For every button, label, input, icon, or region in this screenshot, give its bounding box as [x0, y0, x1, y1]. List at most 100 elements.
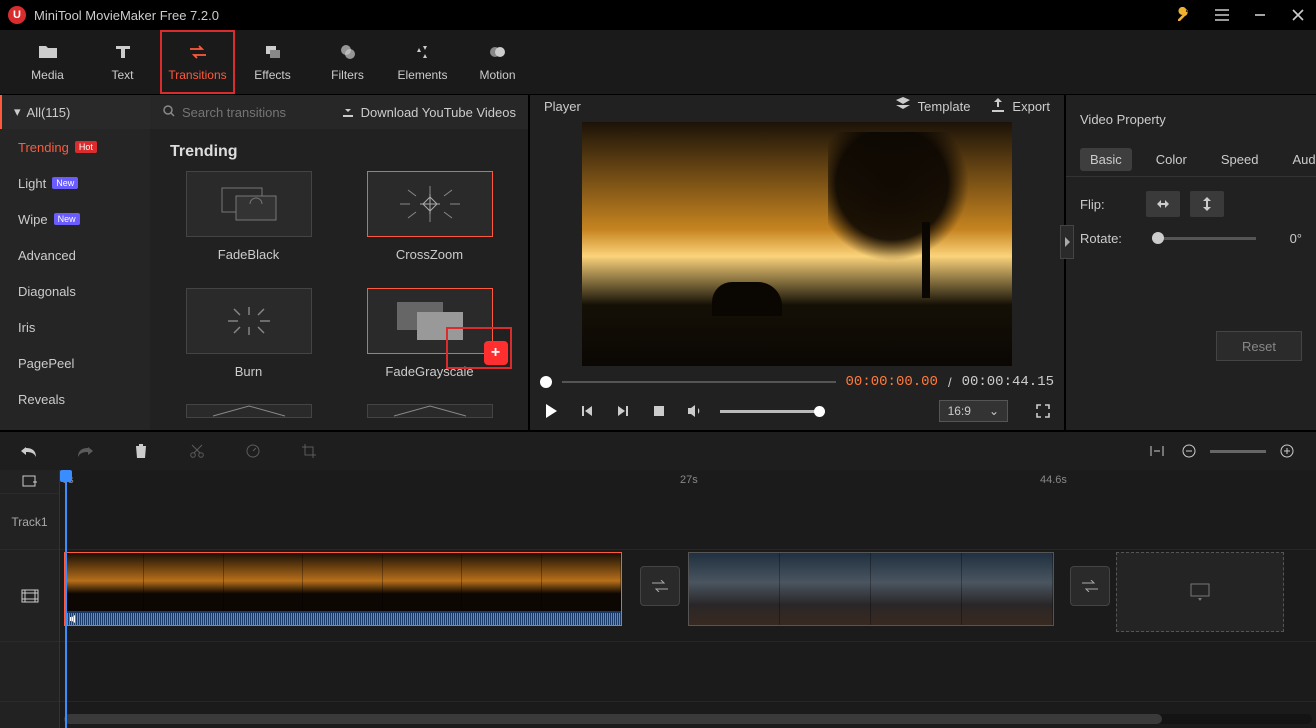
transition-card-extra1[interactable] [172, 404, 325, 430]
player-title: Player [544, 99, 581, 114]
timeline-scrollbar[interactable] [64, 714, 1312, 724]
transition-slot-1[interactable] [640, 566, 680, 606]
template-button[interactable]: Template [894, 97, 971, 116]
fit-button[interactable] [1146, 440, 1168, 462]
seek-track[interactable] [562, 381, 836, 383]
prev-button[interactable] [576, 400, 598, 422]
track-lane-video[interactable] [60, 550, 1316, 642]
transition-card-extra2[interactable] [353, 404, 506, 430]
zoom-in-button[interactable] [1276, 440, 1298, 462]
motion-icon [488, 42, 508, 62]
video-clip-1[interactable] [64, 552, 622, 626]
seek-thumb[interactable] [540, 376, 552, 388]
flip-horizontal-button[interactable] [1146, 191, 1180, 217]
drop-clip-slot[interactable] [1116, 552, 1284, 632]
key-icon[interactable] [1174, 5, 1194, 25]
playhead[interactable] [65, 470, 67, 728]
redo-button[interactable] [74, 440, 96, 462]
aspect-select[interactable]: 16:9 ⌄ [939, 400, 1008, 422]
search-input[interactable] [182, 105, 322, 120]
play-button[interactable] [540, 400, 562, 422]
zoom-slider[interactable] [1210, 450, 1266, 453]
tab-label: Media [31, 68, 64, 82]
transitions-icon [188, 42, 208, 62]
time-current: 00:00:00.00 [846, 374, 938, 390]
prop-tab-color[interactable]: Color [1146, 148, 1197, 171]
sidebar-header-label: All(115) [27, 105, 71, 120]
minimize-icon[interactable] [1250, 5, 1270, 25]
volume-slider[interactable] [720, 410, 820, 413]
rotate-slider[interactable] [1152, 237, 1256, 240]
volume-button[interactable] [684, 400, 706, 422]
undo-button[interactable] [18, 440, 40, 462]
download-label: Download YouTube Videos [361, 105, 516, 120]
track-lane-3[interactable] [60, 642, 1316, 702]
ruler[interactable]: 0s 27s 44.6s [60, 470, 1316, 494]
sidebar-item-diagonals[interactable]: Diagonals [0, 273, 150, 309]
next-button[interactable] [612, 400, 634, 422]
menu-icon[interactable] [1212, 5, 1232, 25]
transition-label: Burn [235, 364, 262, 379]
transition-card-crosszoom[interactable]: CrossZoom [353, 171, 506, 274]
video-preview [582, 122, 1012, 366]
tab-media[interactable]: Media [10, 30, 85, 94]
ruler-tick: 44.6s [1040, 474, 1067, 486]
cut-button[interactable] [186, 440, 208, 462]
delete-button[interactable] [130, 440, 152, 462]
sidebar-item-label: Diagonals [18, 284, 76, 299]
track-label: Track1 [0, 494, 59, 550]
fullscreen-button[interactable] [1032, 400, 1054, 422]
prop-tab-audio[interactable]: Audio [1282, 148, 1316, 171]
prop-tab-basic[interactable]: Basic [1080, 148, 1132, 171]
tab-effects[interactable]: Effects [235, 30, 310, 94]
transition-card-fadegrayscale[interactable]: + FadeGrayscale [353, 288, 506, 391]
transition-card-fadeblack[interactable]: FadeBlack [172, 171, 325, 274]
panel-collapse-button[interactable] [1060, 225, 1074, 259]
rotate-label: Rotate: [1080, 231, 1136, 246]
transition-thumb [186, 288, 312, 354]
add-transition-button[interactable]: + [484, 341, 508, 365]
reset-button[interactable]: Reset [1216, 331, 1302, 361]
effects-icon [263, 42, 283, 62]
tab-label: Filters [331, 68, 364, 82]
time-total: 00:00:44.15 [962, 374, 1054, 390]
transition-thumb [186, 404, 312, 418]
download-icon [341, 104, 355, 121]
folder-icon [38, 42, 58, 62]
tab-text[interactable]: Text [85, 30, 160, 94]
sidebar-item-wipe[interactable]: Wipe New [0, 201, 150, 237]
video-clip-2[interactable] [688, 552, 1054, 626]
export-label: Export [1012, 99, 1050, 114]
sidebar-item-iris[interactable]: Iris [0, 309, 150, 345]
sidebar-item-label: Trending [18, 140, 69, 155]
transition-card-burn[interactable]: Burn [172, 288, 325, 391]
app-logo: U [8, 6, 26, 24]
tab-filters[interactable]: Filters [310, 30, 385, 94]
sidebar-item-label: PagePeel [18, 356, 74, 371]
tab-elements[interactable]: Elements [385, 30, 460, 94]
speed-button[interactable] [242, 440, 264, 462]
prop-tab-speed[interactable]: Speed [1211, 148, 1269, 171]
sidebar-item-trending[interactable]: Trending Hot [0, 129, 150, 165]
sidebar-header[interactable]: ▾ All(115) [0, 95, 150, 129]
zoom-out-button[interactable] [1178, 440, 1200, 462]
sidebar-item-reveals[interactable]: Reveals [0, 381, 150, 417]
transition-slot-2[interactable] [1070, 566, 1110, 606]
download-videos-button[interactable]: Download YouTube Videos [341, 104, 516, 121]
add-track-button[interactable] [0, 470, 59, 494]
stop-button[interactable] [648, 400, 670, 422]
sidebar-item-advanced[interactable]: Advanced [0, 237, 150, 273]
crop-button[interactable] [298, 440, 320, 462]
sidebar-item-pagepeel[interactable]: PagePeel [0, 345, 150, 381]
flip-vertical-button[interactable] [1190, 191, 1224, 217]
sidebar-item-label: Advanced [18, 248, 76, 263]
track-lane-1[interactable] [60, 494, 1316, 550]
export-button[interactable]: Export [990, 97, 1050, 116]
scrollbar-thumb[interactable] [64, 714, 1162, 724]
tab-transitions[interactable]: Transitions [160, 30, 235, 94]
sidebar-item-light[interactable]: Light New [0, 165, 150, 201]
tab-motion[interactable]: Motion [460, 30, 535, 94]
close-icon[interactable] [1288, 5, 1308, 25]
sidebar-item-label: Reveals [18, 392, 65, 407]
template-label: Template [918, 99, 971, 114]
